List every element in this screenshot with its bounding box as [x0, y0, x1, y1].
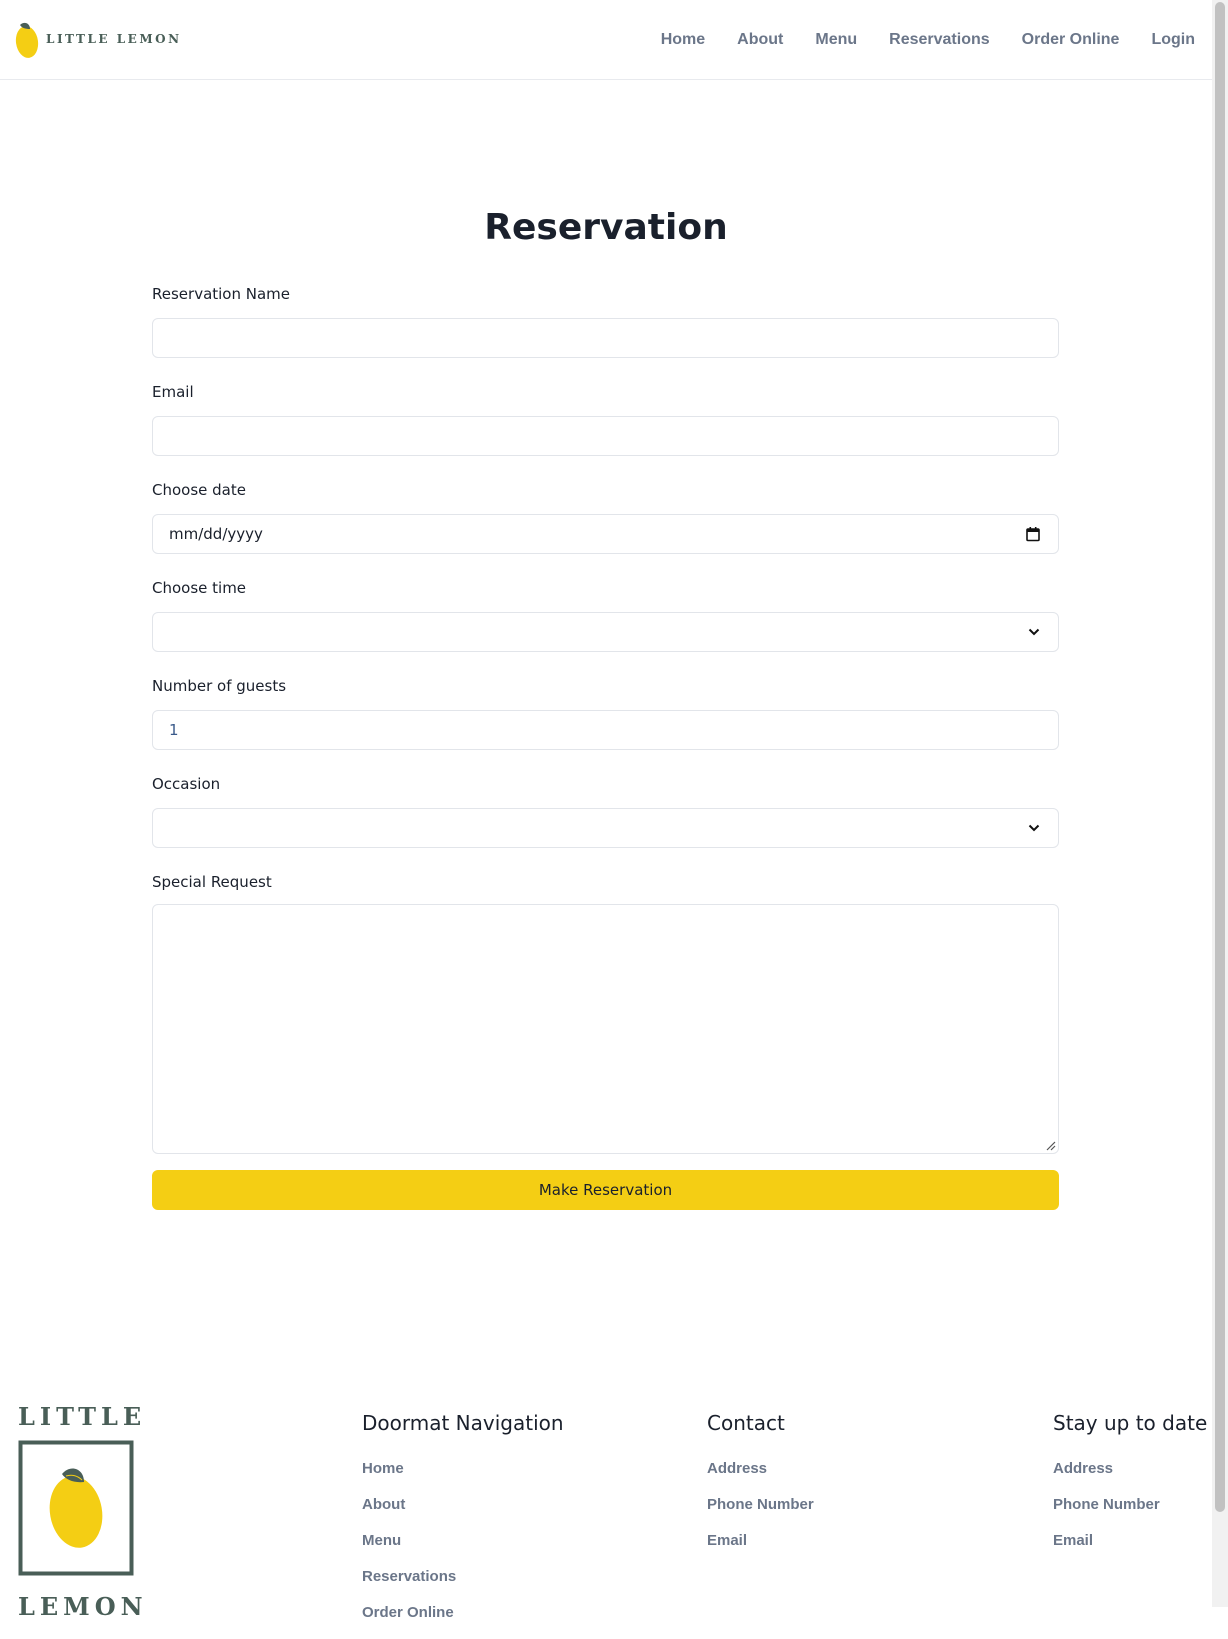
footer-link-about[interactable]: About [362, 1495, 564, 1515]
footer-col-doormat: Doormat Navigation Home About Menu Reser… [362, 1410, 564, 1639]
lemon-icon [15, 22, 39, 58]
time-select[interactable] [152, 612, 1059, 652]
footer-link-order-online[interactable]: Order Online [362, 1603, 564, 1623]
footer-link-address-2[interactable]: Address [1053, 1459, 1207, 1479]
footer-heading-doormat: Doormat Navigation [362, 1411, 564, 1435]
email-input[interactable] [152, 416, 1059, 456]
site-footer: LITTLE LEMON Doormat Navigation Home Abo… [0, 1390, 1212, 1621]
guests-input[interactable]: 1 [152, 710, 1059, 750]
nav-about[interactable]: About [737, 31, 783, 49]
special-request-textarea[interactable] [152, 904, 1059, 1154]
nav-menu[interactable]: Menu [815, 31, 857, 49]
date-label: Choose date [152, 481, 246, 499]
footer-link-email-2[interactable]: Email [1053, 1531, 1207, 1551]
footer-link-address[interactable]: Address [707, 1459, 814, 1479]
guests-value: 1 [169, 721, 179, 739]
guests-label: Number of guests [152, 677, 287, 695]
footer-link-email[interactable]: Email [707, 1531, 814, 1551]
footer-link-phone-2[interactable]: Phone Number [1053, 1495, 1207, 1515]
time-label: Choose time [152, 579, 247, 597]
footer-col-contact: Contact Address Phone Number Email [707, 1410, 814, 1567]
chevron-down-icon [1028, 628, 1040, 636]
main-nav: Home About Menu Reservations Order Onlin… [661, 31, 1195, 49]
occasion-label: Occasion [152, 775, 221, 793]
footer-heading-contact: Contact [707, 1411, 785, 1435]
date-placeholder: mm/dd/yyyy [169, 525, 263, 543]
footer-heading-stay-up-to-date: Stay up to date [1053, 1411, 1208, 1435]
page-scrollbar[interactable] [1212, 0, 1228, 1607]
email-label: Email [152, 383, 194, 401]
nav-reservations[interactable]: Reservations [889, 31, 990, 49]
logo[interactable]: LITTLE LEMON [14, 19, 182, 59]
make-reservation-button[interactable]: Make Reservation [152, 1170, 1059, 1210]
footer-link-home[interactable]: Home [362, 1459, 564, 1479]
date-input[interactable]: mm/dd/yyyy [152, 514, 1059, 554]
site-header: LITTLE LEMON Home About Menu Reservation… [0, 0, 1212, 80]
name-label: Reservation Name [152, 285, 291, 303]
footer-col-stay-up-to-date: Stay up to date Address Phone Number Ema… [1053, 1410, 1207, 1567]
footer-lemon-icon [18, 1440, 134, 1576]
footer-link-phone[interactable]: Phone Number [707, 1495, 814, 1515]
reservation-form: Reservation Name Email Choose date mm/dd… [152, 284, 1059, 1210]
chevron-down-icon [1028, 824, 1040, 832]
logo-text: LITTLE LEMON [46, 32, 182, 46]
calendar-icon[interactable] [1026, 527, 1040, 542]
nav-login[interactable]: Login [1151, 31, 1195, 49]
nav-home[interactable]: Home [661, 31, 705, 49]
scrollbar-thumb[interactable] [1215, 2, 1225, 1512]
nav-order-online[interactable]: Order Online [1022, 31, 1120, 49]
reservation-name-input[interactable] [152, 318, 1059, 358]
special-request-label: Special Request [152, 873, 272, 891]
footer-logo-text-top: LITTLE [18, 1402, 147, 1431]
footer-logo[interactable]: LITTLE LEMON [18, 1402, 147, 1621]
resize-handle-icon[interactable] [1046, 1141, 1056, 1151]
footer-link-reservations[interactable]: Reservations [362, 1567, 564, 1587]
footer-link-menu[interactable]: Menu [362, 1531, 564, 1551]
page-title: Reservation [484, 207, 728, 248]
occasion-select[interactable] [152, 808, 1059, 848]
